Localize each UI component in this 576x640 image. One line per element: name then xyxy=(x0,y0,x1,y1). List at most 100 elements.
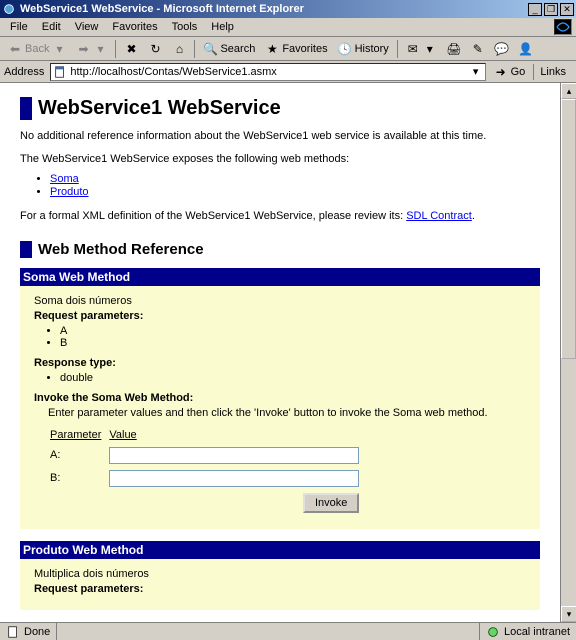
messenger-icon: 👤 xyxy=(519,42,533,56)
history-label: History xyxy=(355,43,389,55)
param-table: Parameter Value A: B: Invoke xyxy=(48,425,367,517)
favorites-icon: ★ xyxy=(265,42,279,56)
param-header: Parameter xyxy=(50,427,107,443)
mail-button[interactable]: ✉▾ xyxy=(402,40,441,58)
produto-desc: Multiplica dois números xyxy=(34,568,540,580)
refresh-icon: ↻ xyxy=(148,42,162,56)
soma-invoke-text: Enter parameter values and then click th… xyxy=(48,407,540,419)
discuss-button[interactable]: 💬 xyxy=(491,40,513,58)
scroll-down-button[interactable]: ▾ xyxy=(561,606,576,622)
status-zone: Local intranet xyxy=(504,626,570,638)
page-icon xyxy=(53,65,67,79)
edit-button[interactable]: ✎ xyxy=(467,40,489,58)
soma-desc: Soma dois números xyxy=(34,295,540,307)
link-sdl-contract[interactable]: SDL Contract xyxy=(406,210,472,222)
menu-file[interactable]: File xyxy=(4,20,34,34)
chevron-down-icon: ▾ xyxy=(423,42,437,56)
back-icon: ⬅ xyxy=(8,42,22,56)
ie-logo-icon xyxy=(554,19,572,35)
param-b-label: B: xyxy=(50,468,107,489)
print-button[interactable]: 🖨 xyxy=(443,40,465,58)
param-a-label: A: xyxy=(50,445,107,466)
exposes-text: The WebService1 WebService exposes the f… xyxy=(20,151,540,168)
search-button[interactable]: 🔍 Search xyxy=(199,40,259,58)
vertical-scrollbar[interactable]: ▴ ▾ xyxy=(560,83,576,622)
search-icon: 🔍 xyxy=(203,42,217,56)
formal-text: For a formal XML definition of the WebSe… xyxy=(20,208,540,225)
param-item: B xyxy=(60,337,540,349)
history-icon: 🕓 xyxy=(338,42,352,56)
back-button[interactable]: ⬅ Back ▾ xyxy=(4,40,70,58)
soma-method-bar: Soma Web Method xyxy=(20,268,540,286)
links-button[interactable]: Links xyxy=(533,64,572,80)
page-content: WebService1 WebService No additional ref… xyxy=(0,83,560,622)
produto-method-box: Multiplica dois números Request paramete… xyxy=(20,559,540,610)
viewport: WebService1 WebService No additional ref… xyxy=(0,83,576,622)
param-item: A xyxy=(60,325,540,337)
soma-invoke-label: Invoke the Soma Web Method: xyxy=(34,392,193,404)
address-label: Address xyxy=(4,66,46,78)
window-title: WebService1 WebService - Microsoft Inter… xyxy=(20,3,528,15)
resp-item: double xyxy=(60,372,540,384)
page-title: WebService1 WebService xyxy=(20,97,540,120)
menu-edit[interactable]: Edit xyxy=(36,20,67,34)
chevron-down-icon: ▾ xyxy=(52,42,66,56)
method-ref-heading: Web Method Reference xyxy=(20,241,540,258)
menu-view[interactable]: View xyxy=(69,20,105,34)
minimize-button[interactable]: _ xyxy=(528,3,542,16)
produto-req-label: Request parameters: xyxy=(34,583,143,595)
soma-req-label: Request parameters: xyxy=(34,310,143,322)
search-label: Search xyxy=(220,43,255,55)
statusbar: Done Local intranet xyxy=(0,622,576,640)
go-icon: ➜ xyxy=(494,65,508,79)
close-button[interactable]: ✕ xyxy=(560,3,574,16)
produto-method-bar: Produto Web Method xyxy=(20,541,540,559)
forward-icon: ➡ xyxy=(76,42,90,56)
soma-resp-label: Response type: xyxy=(34,357,116,369)
menu-help[interactable]: Help xyxy=(205,20,240,34)
messenger-button[interactable]: 👤 xyxy=(515,40,537,58)
formal-pre: For a formal XML definition of the WebSe… xyxy=(20,210,406,222)
home-button[interactable]: ⌂ xyxy=(168,40,190,58)
zone-icon xyxy=(486,625,500,639)
stop-icon: ✖ xyxy=(124,42,138,56)
chevron-down-icon: ▾ xyxy=(93,42,107,56)
history-button[interactable]: 🕓 History xyxy=(334,40,393,58)
address-dropdown[interactable]: ▾ xyxy=(469,65,483,78)
refresh-button[interactable]: ↻ xyxy=(144,40,166,58)
maximize-button[interactable]: ❐ xyxy=(544,3,558,16)
go-label: Go xyxy=(511,66,526,78)
toolbar: ⬅ Back ▾ ➡ ▾ ✖ ↻ ⌂ 🔍 Search ★ Favorites … xyxy=(0,37,576,61)
favorites-label: Favorites xyxy=(282,43,327,55)
page-icon xyxy=(6,625,20,639)
home-icon: ⌂ xyxy=(172,42,186,56)
param-b-input[interactable] xyxy=(109,470,359,487)
intro-text: No additional reference information abou… xyxy=(20,128,540,145)
favorites-button[interactable]: ★ Favorites xyxy=(261,40,331,58)
soma-method-box: Soma dois números Request parameters: A … xyxy=(20,286,540,529)
window-titlebar: WebService1 WebService - Microsoft Inter… xyxy=(0,0,576,18)
invoke-button[interactable]: Invoke xyxy=(303,493,359,513)
back-label: Back xyxy=(25,43,49,55)
scroll-thumb[interactable] xyxy=(561,99,576,359)
scroll-up-button[interactable]: ▴ xyxy=(561,83,576,99)
ie-icon xyxy=(2,2,16,16)
link-soma[interactable]: Soma xyxy=(50,173,79,185)
forward-button[interactable]: ➡ ▾ xyxy=(72,40,111,58)
link-produto[interactable]: Produto xyxy=(50,186,89,198)
value-header: Value xyxy=(109,427,365,443)
menu-tools[interactable]: Tools xyxy=(166,20,204,34)
menubar: File Edit View Favorites Tools Help xyxy=(0,18,576,37)
param-a-input[interactable] xyxy=(109,447,359,464)
address-bar: Address ▾ ➜ Go Links xyxy=(0,61,576,83)
menu-favorites[interactable]: Favorites xyxy=(106,20,163,34)
mail-icon: ✉ xyxy=(406,42,420,56)
list-item: Produto xyxy=(50,186,540,198)
status-text: Done xyxy=(24,626,50,638)
method-list: Soma Produto xyxy=(50,173,540,198)
go-button[interactable]: ➜ Go xyxy=(490,63,530,81)
address-input[interactable] xyxy=(70,66,468,78)
discuss-icon: 💬 xyxy=(495,42,509,56)
stop-button[interactable]: ✖ xyxy=(120,40,142,58)
print-icon: 🖨 xyxy=(447,42,461,56)
